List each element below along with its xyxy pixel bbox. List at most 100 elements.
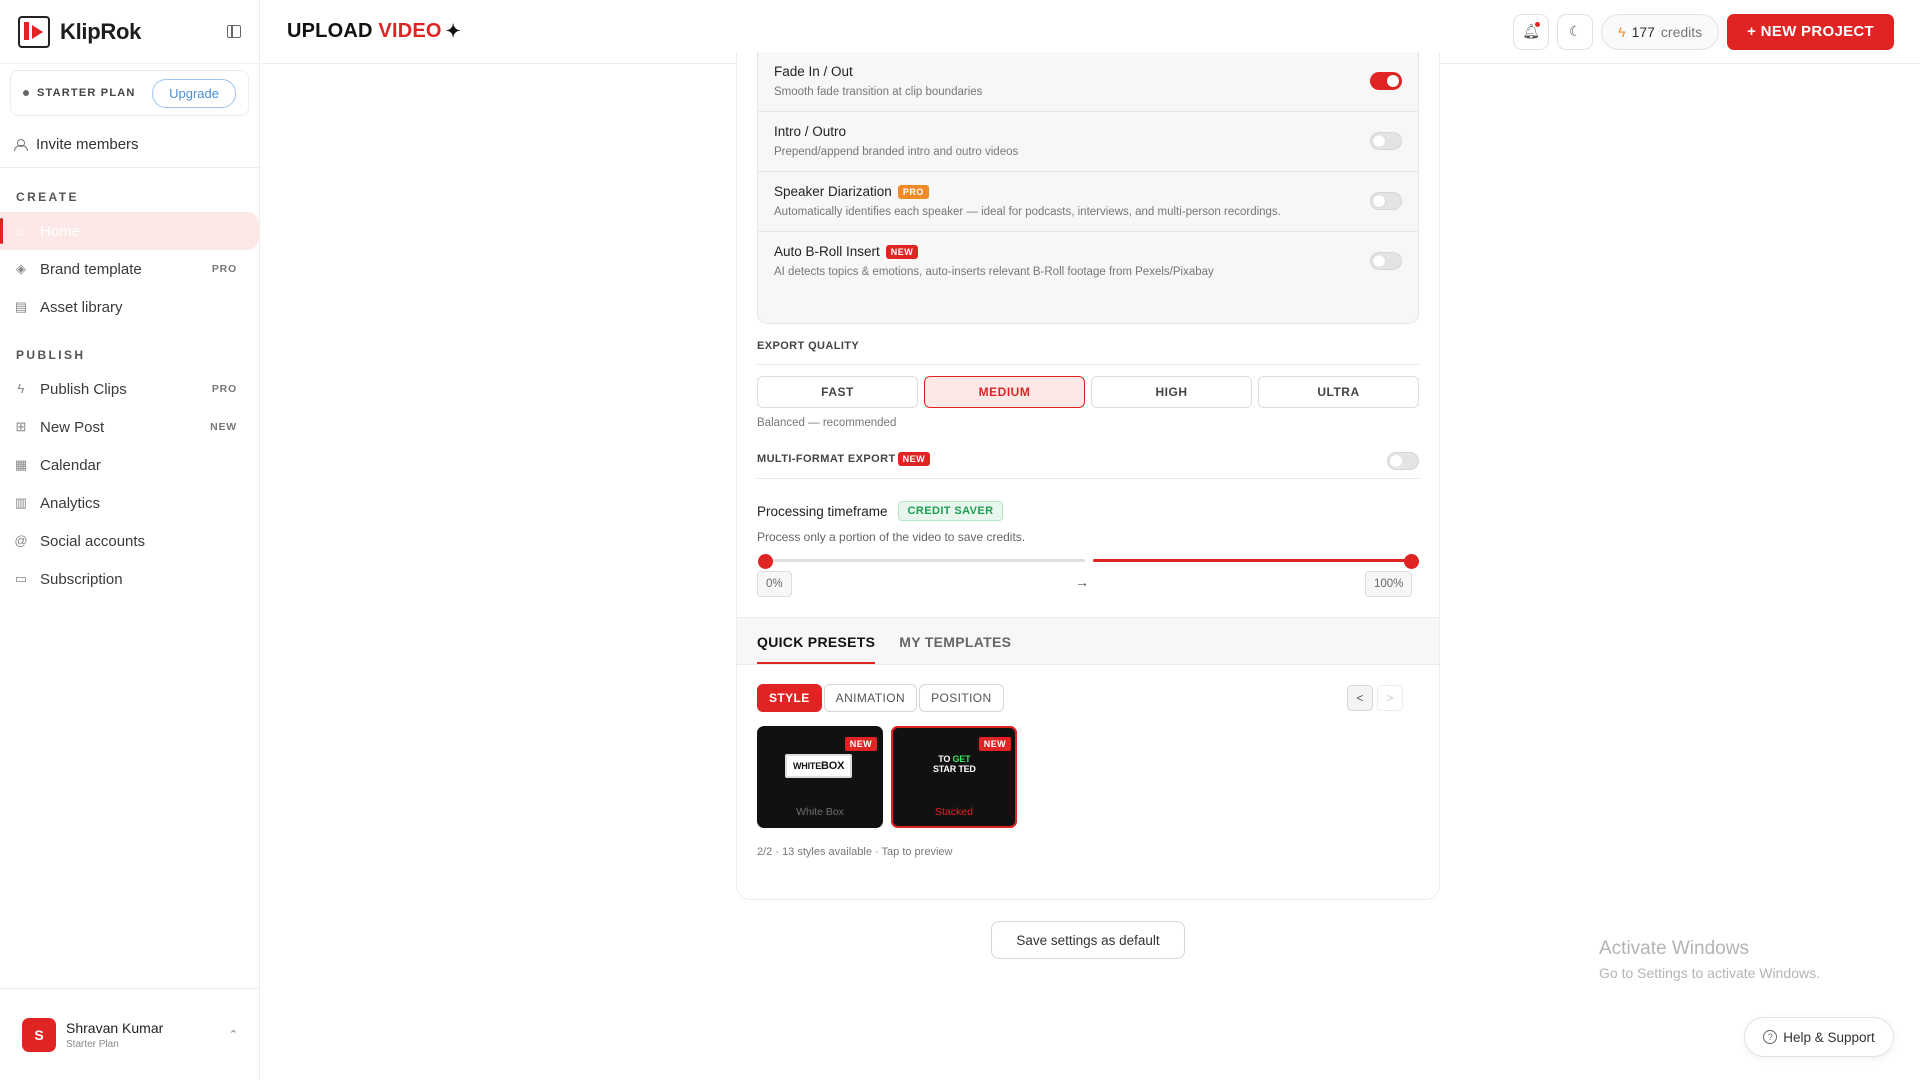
option-desc: AI detects topics & emotions, auto-inser… bbox=[774, 266, 1214, 278]
styles-count: 2/2 · 13 styles available · Tap to previ… bbox=[757, 846, 953, 858]
option-desc: Smooth fade transition at clip boundarie… bbox=[774, 86, 983, 98]
notification-dot bbox=[1535, 21, 1541, 27]
sidebar-item-home[interactable]: ⌂ Home bbox=[0, 212, 259, 250]
tab-my-templates[interactable]: MY TEMPLATES bbox=[899, 634, 1011, 664]
sidebar-item-label: Analytics bbox=[40, 494, 101, 512]
timeframe-track-start[interactable] bbox=[765, 559, 1085, 562]
option-speaker-diarization: Speaker Diarization PRO Automatically id… bbox=[758, 172, 1418, 232]
notifications-button[interactable]: 🔔︎ bbox=[1513, 13, 1550, 50]
avatar: S bbox=[22, 1017, 56, 1052]
invite-members-label: Invite members bbox=[36, 136, 139, 153]
tab-quick-presets[interactable]: QUICK PRESETS bbox=[757, 634, 876, 664]
option-desc: Prepend/append branded intro and outro v… bbox=[774, 146, 1019, 158]
chip-position[interactable]: POSITION bbox=[919, 684, 1004, 712]
sidebar-item-label: New Post bbox=[40, 418, 105, 436]
speaker-diarization-toggle[interactable] bbox=[1370, 192, 1402, 210]
plan-name: STARTER PLAN bbox=[37, 87, 136, 99]
sidebar-item-analytics[interactable]: ▥ Analytics bbox=[0, 484, 259, 522]
timeframe-start-value[interactable]: 0% bbox=[757, 571, 792, 597]
option-title: Auto B-Roll Insert NEW bbox=[774, 244, 1402, 259]
option-auto-broll: Auto B-Roll Insert NEW AI detects topics… bbox=[758, 232, 1418, 292]
layers-icon: ◈ bbox=[16, 261, 26, 276]
timeframe-end-value[interactable]: 100% bbox=[1365, 571, 1413, 597]
option-desc: Automatically identifies each speaker — … bbox=[774, 206, 1281, 218]
bolt-icon: ϟ bbox=[17, 381, 25, 396]
person-icon bbox=[14, 138, 28, 151]
sidebar-item-social-accounts[interactable]: @ Social accounts bbox=[0, 522, 259, 560]
new-project-button[interactable]: + NEW PROJECT bbox=[1727, 13, 1894, 50]
sidebar-item-calendar[interactable]: ▦ Calendar bbox=[0, 446, 259, 484]
option-title: Fade In / Out bbox=[774, 64, 1402, 79]
sidebar-collapse-icon[interactable] bbox=[227, 25, 241, 38]
new-badge: NEW bbox=[897, 452, 931, 466]
invite-members-button[interactable]: Invite members bbox=[0, 122, 259, 168]
timeframe-end-handle[interactable] bbox=[1404, 554, 1419, 569]
auto-broll-toggle[interactable] bbox=[1370, 252, 1402, 270]
plan-card: STARTER PLAN Upgrade bbox=[10, 70, 249, 116]
at-sign-icon: @ bbox=[14, 533, 28, 548]
sparkle-icon: ✦ bbox=[445, 21, 461, 41]
quality-ultra-button[interactable]: ULTRA bbox=[1258, 376, 1419, 408]
brand-name[interactable]: KlipRok bbox=[60, 19, 141, 45]
preview-text: WHITE bbox=[793, 761, 821, 771]
style-card-caption: Stacked bbox=[935, 806, 973, 818]
option-title: Speaker Diarization PRO bbox=[774, 184, 1402, 199]
multi-format-toggle[interactable] bbox=[1387, 452, 1419, 470]
divider bbox=[757, 364, 1419, 365]
new-ribbon: NEW bbox=[978, 737, 1011, 751]
option-title-text: Fade In / Out bbox=[774, 64, 853, 79]
stacked-preview: TO GET STAR TED bbox=[933, 754, 976, 774]
sidebar-item-label: Brand template bbox=[40, 260, 142, 278]
fade-toggle[interactable] bbox=[1370, 72, 1402, 90]
timeframe-header: Processing timeframe CREDIT SAVER bbox=[757, 501, 1004, 521]
style-card-stacked[interactable]: NEW TO GET STAR TED Stacked bbox=[891, 726, 1017, 828]
pro-tag: PRO bbox=[211, 383, 237, 395]
sidebar-item-brand-template[interactable]: ◈ Brand template PRO bbox=[0, 250, 259, 288]
option-title-text: Auto B-Roll Insert bbox=[774, 244, 880, 259]
calendar-icon: ▦ bbox=[14, 457, 28, 472]
prev-page-button[interactable]: < bbox=[1347, 685, 1373, 711]
quality-high-button[interactable]: HIGH bbox=[1091, 376, 1252, 408]
sidebar-item-subscription[interactable]: ▭ Subscription bbox=[0, 560, 259, 598]
theme-toggle-button[interactable]: ☾ bbox=[1557, 13, 1594, 50]
preview-text-highlight: GET bbox=[952, 754, 971, 764]
home-icon: ⌂ bbox=[17, 223, 25, 238]
save-default-button[interactable]: Save settings as default bbox=[991, 921, 1185, 959]
user-plan: Starter Plan bbox=[66, 1038, 119, 1050]
page-title: UPLOAD VIDEO ✦ bbox=[287, 20, 461, 43]
help-label: Help & Support bbox=[1783, 1029, 1875, 1045]
sidebar-item-asset-library[interactable]: ▤ Asset library bbox=[0, 288, 259, 326]
timeframe-track-end[interactable] bbox=[1093, 559, 1411, 562]
moon-icon: ☾ bbox=[1568, 23, 1582, 39]
windows-watermark: Activate Windows Go to Settings to activ… bbox=[1599, 938, 1820, 981]
preview-text: BOX bbox=[821, 760, 845, 772]
next-page-button[interactable]: > bbox=[1377, 685, 1403, 711]
brand-logo-icon[interactable] bbox=[18, 15, 50, 48]
sidebar-item-publish-clips[interactable]: ϟ Publish Clips PRO bbox=[0, 370, 259, 408]
timeframe-start-handle[interactable] bbox=[758, 554, 773, 569]
preview-text: TO bbox=[938, 754, 951, 764]
sidebar-item-new-post[interactable]: ⊞ New Post NEW bbox=[0, 408, 259, 446]
sidebar-item-label: Home bbox=[40, 222, 81, 240]
credits-pill[interactable]: ϟ 177 credits bbox=[1601, 13, 1720, 50]
timeframe-desc: Process only a portion of the video to s… bbox=[757, 530, 1026, 544]
chevron-up-icon[interactable]: ⌃ bbox=[229, 1028, 238, 1041]
pro-tag: PRO bbox=[211, 263, 237, 275]
plus-square-icon: ⊞ bbox=[15, 419, 27, 434]
bar-chart-icon: ▥ bbox=[14, 495, 28, 510]
help-support-button[interactable]: ? Help & Support bbox=[1744, 1017, 1894, 1057]
quality-medium-button[interactable]: MEDIUM bbox=[924, 376, 1085, 408]
upgrade-button[interactable]: Upgrade bbox=[152, 78, 236, 108]
quality-fast-button[interactable]: FAST bbox=[757, 376, 918, 408]
chip-animation[interactable]: ANIMATION bbox=[823, 684, 918, 712]
sidebar: KlipRok STARTER PLAN Upgrade Invite memb… bbox=[0, 0, 260, 1080]
watermark-line1: Activate Windows bbox=[1599, 938, 1749, 959]
style-card-white-box[interactable]: NEW WHITEBOX White Box bbox=[757, 726, 883, 828]
chip-style[interactable]: STYLE bbox=[757, 684, 822, 712]
intro-outro-toggle[interactable] bbox=[1370, 132, 1402, 150]
option-fade: Fade In / Out Smooth fade transition at … bbox=[758, 52, 1418, 112]
user-menu[interactable]: S Shravan Kumar Starter Plan ⌃ bbox=[0, 988, 260, 1080]
credit-saver-badge: CREDIT SAVER bbox=[897, 501, 1004, 521]
options-card: Fade In / Out Smooth fade transition at … bbox=[757, 52, 1419, 324]
section-create-label: CREATE bbox=[16, 190, 79, 204]
